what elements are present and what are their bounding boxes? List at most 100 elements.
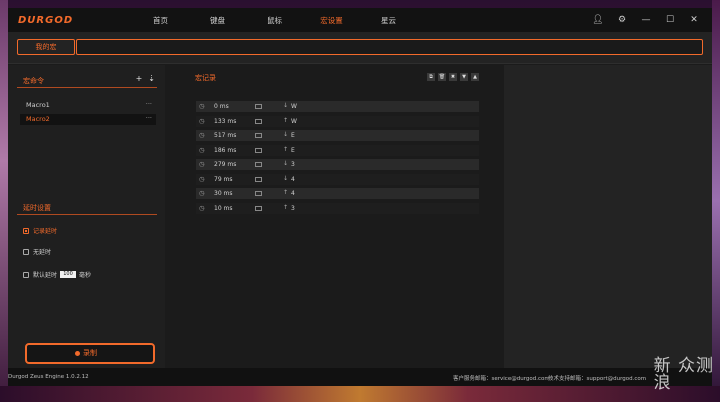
watermark: 新 众测 浪 bbox=[653, 356, 714, 393]
record-row[interactable]: ◷ 79 ms ↓ 4 bbox=[196, 173, 479, 185]
delay-option-none[interactable]: 无延时 bbox=[23, 247, 51, 256]
close-icon[interactable]: ✕ bbox=[682, 15, 706, 25]
support-email-text: 技术支持邮箱：support@durgod.com bbox=[548, 376, 647, 382]
app-window: DURGOD 首页 键盘 鼠标 宏设置 星云 👤︎ ⚙ — ☐ ✕ 我的宏 宏命… bbox=[8, 8, 712, 386]
right-panel bbox=[504, 65, 712, 368]
record-key: 3 bbox=[291, 204, 295, 212]
macro-record-header: 宏记录 ⧉ 🗑︎ ✖ ▼ ▲ bbox=[195, 73, 479, 84]
record-key: E bbox=[291, 132, 295, 139]
my-macro-tab[interactable]: 我的宏 bbox=[17, 39, 75, 55]
record-delay: 0 ms bbox=[214, 103, 229, 110]
key-direction-icon: ↑ bbox=[283, 145, 289, 153]
gear-icon[interactable]: ⚙ bbox=[610, 15, 634, 25]
version-text: Durgod Zeus Engine 1.0.2.12 bbox=[8, 374, 89, 380]
nav-macro-settings[interactable]: 宏设置 bbox=[303, 15, 360, 26]
clock-icon: ◷ bbox=[199, 116, 205, 125]
record-delay: 10 ms bbox=[214, 204, 233, 212]
delay-option-default[interactable]: 默认延时 100 毫秒 bbox=[23, 270, 91, 279]
radio-icon[interactable] bbox=[23, 227, 29, 234]
move-up-icon[interactable]: ▲ bbox=[471, 73, 479, 81]
keyboard-icon bbox=[255, 191, 262, 196]
delay-settings-header: 延时设置 bbox=[17, 200, 157, 215]
delay-settings-title: 延时设置 bbox=[23, 204, 51, 212]
record-row[interactable]: ◷ 279 ms ↓ 3 bbox=[196, 159, 479, 170]
record-row[interactable]: ◷ 517 ms ↓ E bbox=[196, 130, 479, 141]
radio-icon[interactable] bbox=[23, 271, 29, 278]
radio-icon[interactable] bbox=[23, 248, 29, 255]
key-direction-icon: ↓ bbox=[283, 131, 289, 138]
key-direction-icon: ↑ bbox=[283, 116, 289, 124]
record-row[interactable]: ◷ 10 ms ↑ 3 bbox=[196, 202, 479, 214]
record-row[interactable]: ◷ 0 ms ↓ W bbox=[196, 101, 479, 112]
macro-record-title: 宏记录 bbox=[195, 74, 216, 82]
macro-command-header: 宏命令 + ⇣ bbox=[17, 73, 157, 88]
more-icon[interactable]: ··· bbox=[146, 113, 152, 124]
clock-icon: ◷ bbox=[199, 131, 205, 139]
footer: Durgod Zeus Engine 1.0.2.12 客户服务邮箱：servi… bbox=[8, 368, 712, 386]
record-key: 4 bbox=[291, 190, 295, 197]
macro-item-selected[interactable]: Macro2 ··· bbox=[20, 114, 156, 125]
key-direction-icon: ↓ bbox=[283, 160, 289, 167]
delay-unit-label: 毫秒 bbox=[79, 272, 92, 279]
clock-icon: ◷ bbox=[199, 189, 205, 197]
clear-icon[interactable]: ✖ bbox=[449, 73, 457, 81]
record-delay: 279 ms bbox=[214, 161, 237, 168]
background-left bbox=[0, 0, 8, 402]
window-controls: 👤︎ ⚙ — ☐ ✕ bbox=[586, 8, 706, 32]
record-key: 3 bbox=[291, 161, 295, 168]
delay-option-label: 记录延时 bbox=[33, 228, 58, 235]
record-delay: 186 ms bbox=[214, 146, 237, 154]
move-down-icon[interactable]: ▼ bbox=[460, 73, 468, 81]
user-icon[interactable]: 👤︎ bbox=[586, 15, 610, 25]
copy-icon[interactable]: ⧉ bbox=[427, 73, 435, 81]
macro-item[interactable]: Macro1 ··· bbox=[20, 100, 156, 111]
nav-nebula[interactable]: 星云 bbox=[360, 15, 417, 26]
clock-icon: ◷ bbox=[199, 174, 205, 183]
key-direction-icon: ↓ bbox=[283, 102, 289, 109]
delay-option-record[interactable]: 记录延时 bbox=[23, 226, 57, 235]
keyboard-icon bbox=[255, 104, 262, 109]
record-key: 4 bbox=[291, 175, 295, 183]
keyboard-icon bbox=[255, 205, 262, 211]
record-key: W bbox=[291, 117, 297, 125]
key-direction-icon: ↑ bbox=[283, 203, 289, 211]
clock-icon: ◷ bbox=[199, 160, 205, 168]
record-button-label: 录制 bbox=[83, 349, 97, 357]
record-button[interactable]: 录制 bbox=[25, 343, 155, 364]
macro-item-label: Macro2 bbox=[26, 115, 50, 123]
macro-bar: 我的宏 bbox=[8, 32, 712, 64]
delete-icon[interactable]: 🗑︎ bbox=[438, 73, 446, 81]
maximize-icon[interactable]: ☐ bbox=[658, 15, 682, 25]
clock-icon: ◷ bbox=[199, 102, 205, 110]
record-row[interactable]: ◷ 30 ms ↑ 4 bbox=[196, 188, 479, 199]
macro-list: Macro1 ··· Macro2 ··· bbox=[20, 100, 156, 128]
record-dot-icon bbox=[75, 351, 80, 356]
service-email-text: 客户服务邮箱：service@durgod.com bbox=[453, 376, 550, 382]
macro-record-panel: 宏记录 ⧉ 🗑︎ ✖ ▼ ▲ ◷ 0 ms ↓ W ◷ 133 ms ↑ W ◷ 517 ms ↓ E… bbox=[181, 65, 491, 368]
key-direction-icon: ↓ bbox=[283, 174, 289, 182]
delay-option-label: 默认延时 bbox=[33, 272, 58, 279]
add-icon[interactable]: + bbox=[136, 74, 143, 83]
record-delay: 517 ms bbox=[214, 132, 237, 139]
background-right bbox=[712, 0, 720, 402]
main-nav: 首页 键盘 鼠标 宏设置 星云 bbox=[132, 15, 417, 26]
macro-command-panel: 宏命令 + ⇣ Macro1 ··· Macro2 ··· 延时设置 记录延时 bbox=[8, 65, 165, 368]
import-icon[interactable]: ⇣ bbox=[148, 74, 155, 83]
record-row[interactable]: ◷ 186 ms ↑ E bbox=[196, 144, 479, 156]
keyboard-icon bbox=[255, 118, 262, 124]
macro-item-label: Macro1 bbox=[26, 101, 50, 109]
nav-home[interactable]: 首页 bbox=[132, 15, 189, 26]
minimize-icon[interactable]: — bbox=[634, 15, 658, 25]
key-direction-icon: ↑ bbox=[283, 189, 289, 196]
more-icon[interactable]: ··· bbox=[146, 99, 152, 110]
record-delay: 30 ms bbox=[214, 190, 233, 197]
nav-keyboard[interactable]: 键盘 bbox=[189, 15, 246, 26]
keyboard-icon bbox=[255, 162, 262, 167]
macro-name-input[interactable] bbox=[76, 39, 703, 55]
keyboard-icon bbox=[255, 176, 262, 182]
nav-mouse[interactable]: 鼠标 bbox=[246, 15, 303, 26]
record-delay: 133 ms bbox=[214, 117, 237, 125]
record-row[interactable]: ◷ 133 ms ↑ W bbox=[196, 115, 479, 127]
default-delay-input[interactable]: 100 bbox=[60, 271, 77, 278]
record-delay: 79 ms bbox=[214, 175, 233, 183]
